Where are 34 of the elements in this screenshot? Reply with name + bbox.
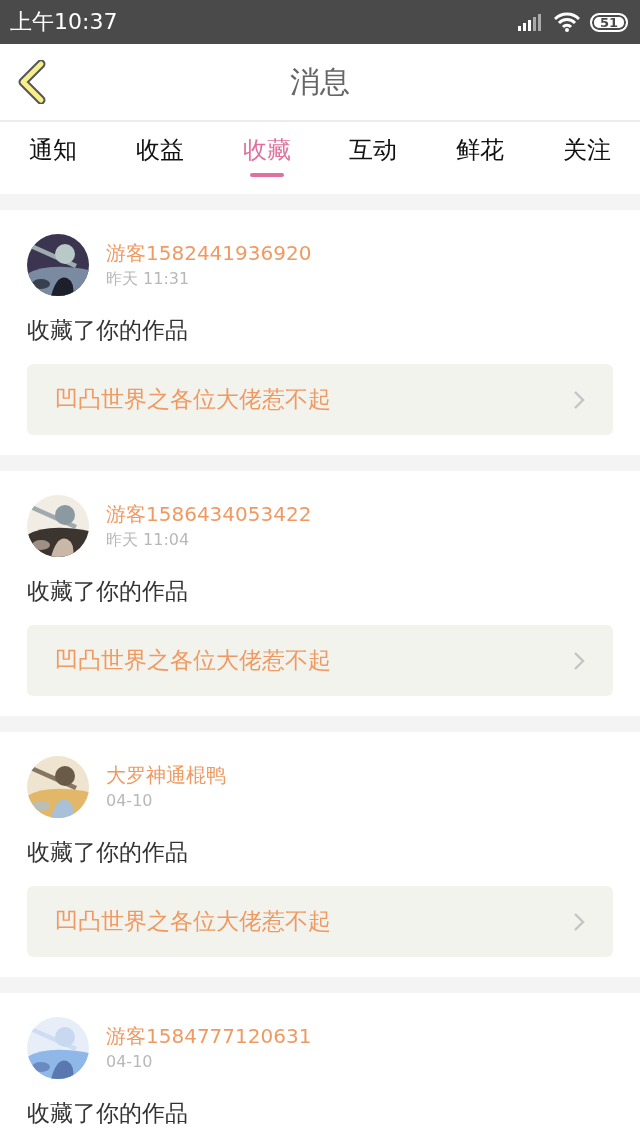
tab[interactable]: 鲜花 xyxy=(456,134,504,166)
work-title: 凹凸世界之各位大佬惹不起 xyxy=(55,907,331,936)
message-time: 04-10 xyxy=(106,791,154,811)
work-link[interactable]: 凹凸世界之各位大佬惹不起 xyxy=(27,886,613,957)
page-title: 消息 xyxy=(289,62,351,101)
back-icon[interactable] xyxy=(17,60,47,104)
message-text: 收藏了你的作品 xyxy=(27,316,189,344)
message-text: 收藏了你的作品 xyxy=(27,577,189,605)
user-name[interactable]: 游客1586434053422 xyxy=(106,502,312,526)
status-time: 上午10:37 xyxy=(10,8,118,36)
message-time: 昨天 11:04 xyxy=(106,530,191,550)
user-name[interactable]: 游客1582441936920 xyxy=(106,241,312,265)
signal-icon xyxy=(517,13,544,31)
tab[interactable]: 通知 xyxy=(29,134,78,166)
message-text: 收藏了你的作品 xyxy=(27,838,189,866)
message-time: 昨天 11:31 xyxy=(106,269,191,289)
message-text: 收藏了你的作品 xyxy=(27,1099,189,1127)
chevron-right-icon xyxy=(573,911,585,932)
user-name[interactable]: 游客1584777120631 xyxy=(106,1024,312,1048)
message-time: 04-10 xyxy=(106,1052,154,1072)
work-link[interactable]: 凹凸世界之各位大佬惹不起 xyxy=(27,625,613,696)
wifi-icon xyxy=(553,12,580,32)
tab[interactable]: 关注 xyxy=(562,134,611,166)
chevron-right-icon xyxy=(573,650,585,671)
tab[interactable]: 收益 xyxy=(136,134,184,166)
tab[interactable]: 互动 xyxy=(349,134,398,166)
work-link[interactable]: 凹凸世界之各位大佬惹不起 xyxy=(27,364,613,435)
tab[interactable]: 收藏 xyxy=(242,134,291,166)
battery-indicator: 51 xyxy=(589,12,628,32)
work-title: 凹凸世界之各位大佬惹不起 xyxy=(55,646,331,675)
chevron-right-icon xyxy=(573,389,585,410)
user-name[interactable]: 大罗神通棍鸭 xyxy=(106,763,226,787)
work-title: 凹凸世界之各位大佬惹不起 xyxy=(55,385,331,414)
tab-indicator xyxy=(249,173,284,177)
